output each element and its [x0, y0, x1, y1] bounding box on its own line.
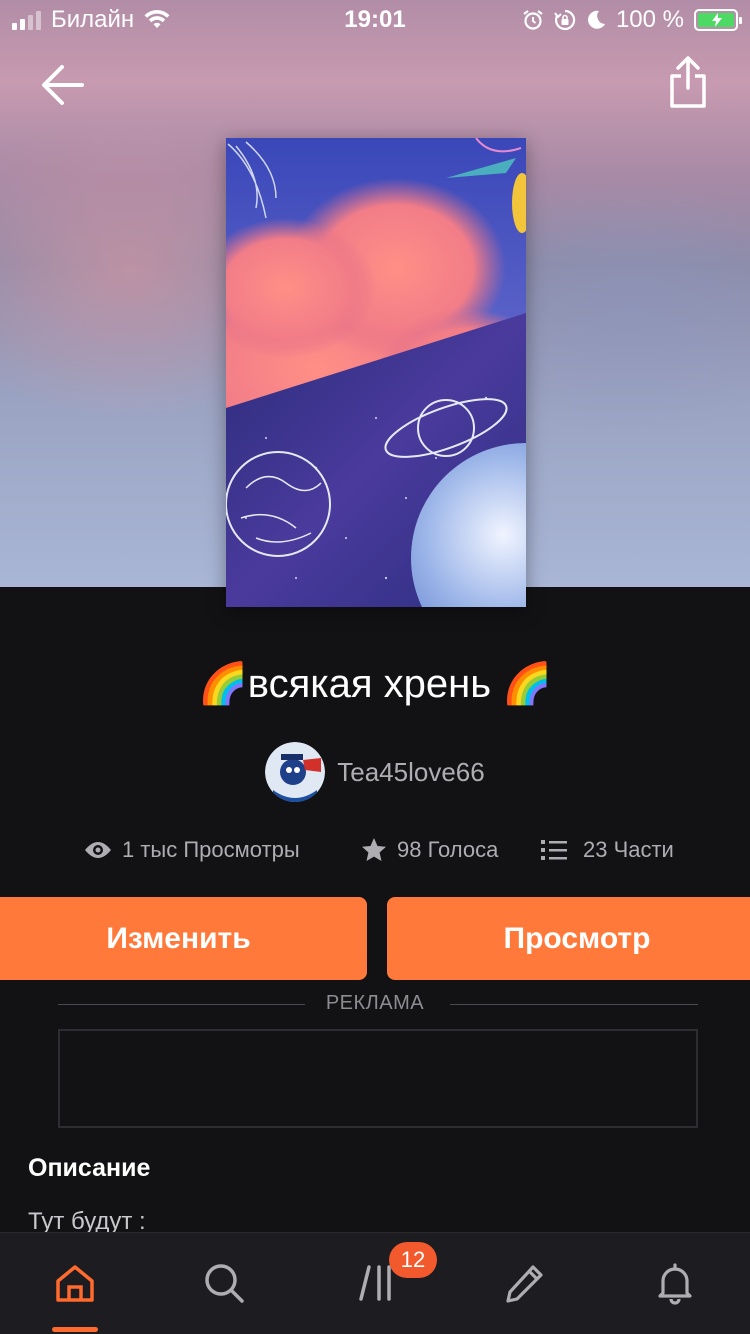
share-button[interactable]	[666, 54, 710, 110]
author-name[interactable]: Tea45love66	[337, 757, 484, 788]
votes-count: 98 Голоса	[397, 837, 499, 862]
view-button[interactable]: Просмотр	[387, 897, 750, 980]
back-button[interactable]	[38, 60, 88, 110]
parts-count: 23 Части	[583, 837, 674, 862]
pencil-icon	[506, 1265, 543, 1303]
search-icon	[205, 1264, 244, 1303]
views-stat: 1 тыс Просмотры	[84, 832, 300, 868]
bell-icon	[658, 1263, 692, 1305]
status-bar: Билайн 19:01 100 %	[0, 0, 750, 40]
star-icon	[362, 838, 386, 861]
charging-bolt-icon	[712, 13, 722, 27]
eye-icon	[85, 842, 111, 858]
home-icon	[56, 1265, 94, 1302]
share-icon	[670, 56, 706, 108]
alarm-icon	[523, 10, 543, 30]
views-count: 1 тыс Просмотры	[122, 837, 300, 862]
bottom-tab-bar	[0, 1232, 750, 1334]
battery-percent: 100 %	[615, 6, 684, 33]
tab-write[interactable]	[495, 1253, 555, 1313]
story-title: 🌈всякая хрень 🌈	[197, 662, 552, 706]
active-tab-indicator	[52, 1327, 98, 1332]
story-stats: 1 тыс Просмотры 98 Голоса 23 Части	[0, 832, 750, 868]
story-cover-image	[226, 138, 526, 607]
votes-stat: 98 Голоса	[361, 832, 498, 868]
tab-home[interactable]	[45, 1253, 105, 1313]
edit-button[interactable]: Изменить	[0, 897, 367, 980]
list-icon	[541, 840, 567, 860]
tab-search[interactable]	[194, 1253, 254, 1313]
ad-slot[interactable]	[58, 1029, 698, 1128]
avatar[interactable]	[265, 742, 326, 802]
description-heading: Описание	[28, 1154, 151, 1182]
rotation-lock-icon	[554, 9, 576, 31]
moon-icon	[587, 10, 605, 29]
ad-divider-right	[450, 1004, 698, 1005]
tab-notifications[interactable]	[645, 1253, 705, 1313]
battery-icon	[694, 9, 742, 31]
library-badge: 12	[389, 1242, 437, 1278]
parts-stat: 23 Части	[541, 832, 674, 868]
arrow-left-icon	[42, 65, 84, 105]
author-row[interactable]: Tea45love66	[0, 742, 750, 802]
